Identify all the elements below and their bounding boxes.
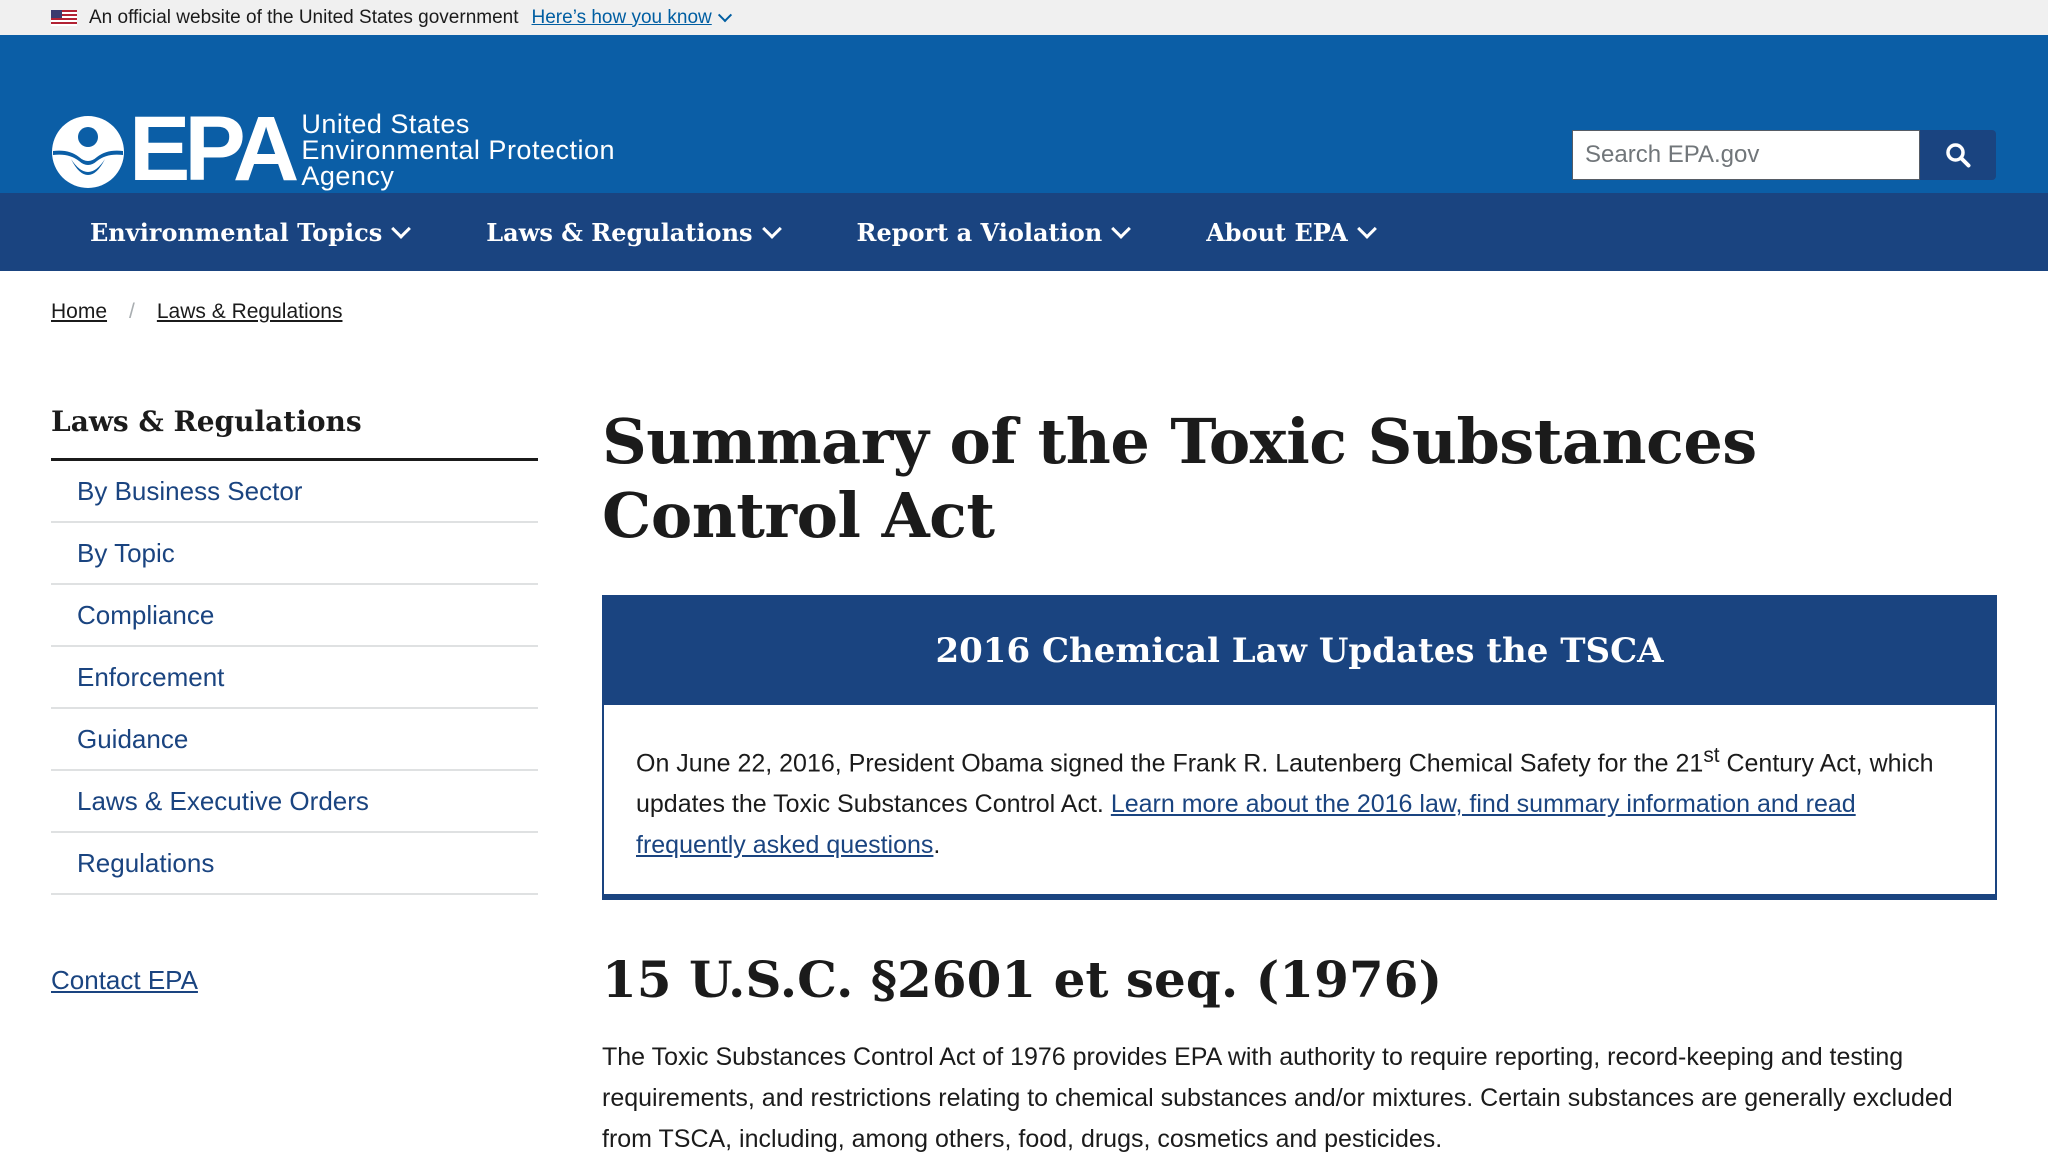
sidebar-link[interactable]: By Business Sector bbox=[51, 476, 302, 507]
sidebar-item-regulations: Regulations bbox=[51, 833, 538, 895]
chevron-down-icon bbox=[761, 219, 782, 239]
site-header: EPA United States Environmental Protecti… bbox=[0, 35, 2048, 200]
section-heading: 15 U.S.C. §2601 et seq. (1976) bbox=[602, 950, 1443, 1010]
notice-superscript: st bbox=[1703, 744, 1720, 767]
nav-item-label: About EPA bbox=[1206, 217, 1348, 247]
chevron-down-icon bbox=[1111, 219, 1132, 239]
sidebar-item-by-topic: By Topic bbox=[51, 523, 538, 585]
nav-report-violation[interactable]: Report a Violation bbox=[818, 193, 1168, 271]
nav-environmental-topics[interactable]: Environmental Topics bbox=[51, 193, 447, 271]
sidebar-item-by-business-sector: By Business Sector bbox=[51, 461, 538, 523]
update-notice-box: 2016 Chemical Law Updates the TSCA On Ju… bbox=[602, 595, 1997, 901]
nav-item-label: Laws & Regulations bbox=[486, 217, 753, 247]
agency-line-3: Agency bbox=[301, 161, 395, 191]
heres-how-you-know-link[interactable]: Here’s how you know bbox=[532, 7, 712, 29]
main-nav: Environmental Topics Laws & Regulations … bbox=[0, 193, 2048, 271]
main-content: Summary of the Toxic Substances Control … bbox=[602, 405, 1997, 1160]
search-button[interactable] bbox=[1920, 130, 1996, 180]
breadcrumb: Home / Laws & Regulations bbox=[51, 300, 342, 324]
gov-banner: An official website of the United States… bbox=[0, 0, 2048, 35]
page-title: Summary of the Toxic Substances Control … bbox=[602, 405, 1757, 552]
notice-end: . bbox=[933, 831, 941, 860]
sidebar-link[interactable]: By Topic bbox=[51, 538, 175, 569]
breadcrumb-home[interactable]: Home bbox=[51, 300, 107, 324]
sidebar-link[interactable]: Guidance bbox=[51, 724, 188, 755]
nav-item-label: Environmental Topics bbox=[90, 217, 383, 247]
sidebar-link[interactable]: Compliance bbox=[51, 600, 214, 631]
breadcrumb-laws-regulations[interactable]: Laws & Regulations bbox=[157, 300, 343, 324]
nav-about-epa[interactable]: About EPA bbox=[1167, 193, 1413, 271]
sidebar-item-compliance: Compliance bbox=[51, 585, 538, 647]
chevron-down-icon bbox=[391, 219, 412, 239]
sidebar-item-laws-executive-orders: Laws & Executive Orders bbox=[51, 771, 538, 833]
us-flag-icon bbox=[51, 9, 77, 26]
epa-logo[interactable]: EPA United States Environmental Protecti… bbox=[51, 98, 615, 200]
notice-text: On June 22, 2016, President Obama signed… bbox=[636, 749, 1704, 778]
notice-body: On June 22, 2016, President Obama signed… bbox=[604, 705, 1995, 894]
contact-epa-link[interactable]: Contact EPA bbox=[51, 965, 198, 996]
sidebar-item-guidance: Guidance bbox=[51, 709, 538, 771]
sidebar-title: Laws & Regulations bbox=[51, 405, 538, 461]
site-search bbox=[1572, 130, 1996, 180]
breadcrumb-separator: / bbox=[129, 300, 135, 323]
chevron-down-icon[interactable] bbox=[717, 7, 732, 22]
agency-line-2: Environmental Protection bbox=[301, 135, 615, 165]
nav-laws-regulations[interactable]: Laws & Regulations bbox=[447, 193, 817, 271]
chevron-down-icon bbox=[1356, 219, 1377, 239]
sidebar-link[interactable]: Laws & Executive Orders bbox=[51, 786, 369, 817]
logo-wordmark: EPA bbox=[129, 98, 299, 200]
summary-paragraph: The Toxic Substances Control Act of 1976… bbox=[602, 1043, 1953, 1154]
nav-item-label: Report a Violation bbox=[856, 217, 1103, 247]
gov-banner-text: An official website of the United States… bbox=[89, 6, 519, 28]
sidebar-link[interactable]: Enforcement bbox=[51, 662, 224, 693]
sidebar-list: By Business Sector By Topic Compliance E… bbox=[51, 461, 538, 895]
agency-line-1: United States bbox=[301, 109, 470, 139]
epa-flower-logo-icon bbox=[52, 116, 124, 188]
agency-name: United States Environmental Protection A… bbox=[301, 109, 615, 191]
search-icon bbox=[1946, 143, 1971, 168]
search-input[interactable] bbox=[1572, 130, 1920, 180]
sidebar-link[interactable]: Regulations bbox=[51, 848, 214, 879]
sidebar: Laws & Regulations By Business Sector By… bbox=[51, 405, 538, 895]
sidebar-item-enforcement: Enforcement bbox=[51, 647, 538, 709]
notice-heading: 2016 Chemical Law Updates the TSCA bbox=[604, 597, 1995, 705]
